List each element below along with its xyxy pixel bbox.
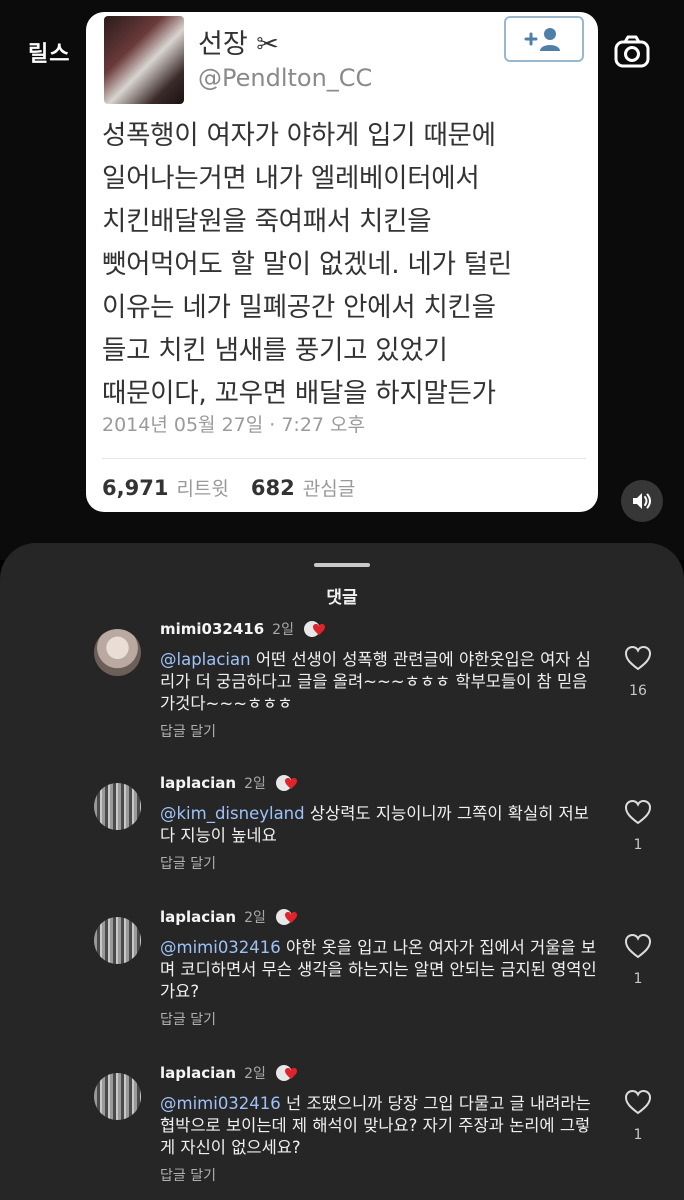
like-count: 1 xyxy=(633,1127,643,1143)
reply-button[interactable]: 답글 달기 xyxy=(160,721,216,741)
sheet-drag-handle[interactable] xyxy=(314,563,370,567)
comment-text: @laplacian 어떤 선생이 성폭행 관련글에 야한옷입은 여자 심리가 … xyxy=(160,649,600,715)
retweet-count: 6,971 xyxy=(102,476,169,500)
like-count: 682 xyxy=(250,476,295,500)
tweet-author-handle: @Pendlton_CC xyxy=(198,64,373,92)
avatar[interactable] xyxy=(94,629,141,676)
comment-like[interactable]: 16 xyxy=(620,645,656,699)
tweet-divider xyxy=(102,458,586,459)
camera-icon xyxy=(614,35,650,68)
comment-mention[interactable]: @kim_disneyland xyxy=(160,804,305,823)
comment-time: 2일 xyxy=(244,1066,266,1082)
heart-icon[interactable] xyxy=(624,1089,652,1115)
like-count: 16 xyxy=(629,683,647,699)
comments-sheet: 댓글 mimi032416 2일 @laplacian 어떤 선생이 성폭행 관… xyxy=(0,543,684,1200)
comment-username[interactable]: laplacian xyxy=(160,1064,236,1082)
tweet-date: 2014년 05월 27일 · 7:27 오후 xyxy=(102,414,366,436)
reel-viewer: 릴스 선장 ✂ @Pendlton_CC 성폭행이 여자가 야하게 입기 때문에… xyxy=(0,0,684,560)
heart-badge-icon xyxy=(275,775,297,791)
heart-badge-icon xyxy=(303,621,325,637)
comment-time: 2일 xyxy=(244,910,266,926)
reply-button[interactable]: 답글 달기 xyxy=(160,853,216,873)
comment-like[interactable]: 1 xyxy=(620,933,656,987)
comment-username[interactable]: laplacian xyxy=(160,908,236,926)
comment-like[interactable]: 1 xyxy=(620,799,656,853)
volume-button[interactable] xyxy=(621,480,663,522)
like-label: 관심글 xyxy=(302,478,356,500)
comment-header: laplacian 2일 xyxy=(160,1063,302,1083)
heart-icon[interactable] xyxy=(624,933,652,959)
retweet-label: 리트윗 xyxy=(176,478,229,500)
comment-text: @mimi032416 야한 옷을 입고 나온 여자가 집에서 거울을 보며 코… xyxy=(160,937,600,1003)
heart-badge-icon xyxy=(275,1065,297,1081)
tweet-avatar xyxy=(104,16,184,104)
avatar[interactable] xyxy=(94,783,141,830)
tweet-body: 성폭행이 여자가 야하게 입기 때문에 일어나는거면 내가 엘레베이터에서 치킨… xyxy=(102,120,512,409)
add-user-icon xyxy=(524,28,560,51)
comment-header: laplacian 2일 xyxy=(160,907,302,927)
avatar[interactable] xyxy=(94,917,141,964)
comment-header: laplacian 2일 xyxy=(160,773,302,793)
sheet-title: 댓글 xyxy=(326,588,358,608)
avatar[interactable] xyxy=(94,1073,141,1120)
camera-button[interactable] xyxy=(608,28,656,76)
tweet-stats: 6,971 리트윗 682 관심글 xyxy=(102,474,355,501)
comment-time: 2일 xyxy=(244,776,266,792)
tweet-card[interactable]: 선장 ✂ @Pendlton_CC 성폭행이 여자가 야하게 입기 때문에 일어… xyxy=(86,12,598,512)
volume-icon xyxy=(633,493,651,509)
comment-username[interactable]: laplacian xyxy=(160,774,236,792)
reply-button[interactable]: 답글 달기 xyxy=(160,1009,216,1029)
comment-text: @kim_disneyland 상상력도 지능이니까 그쪽이 확실히 저보다 지… xyxy=(160,803,600,847)
comment-username[interactable]: mimi032416 xyxy=(160,620,264,638)
tweet-author-name: 선장 ✂ xyxy=(198,29,279,60)
comment-time: 2일 xyxy=(272,622,294,638)
comment-mention[interactable]: @laplacian xyxy=(160,650,251,669)
comment-text: @mimi032416 넌 조땠으니까 당장 그입 다물고 글 내려라는 협박으… xyxy=(160,1093,600,1159)
heart-icon[interactable] xyxy=(624,799,652,825)
heart-badge-icon xyxy=(275,909,297,925)
page-title: 릴스 xyxy=(28,42,71,67)
follow-button[interactable] xyxy=(504,16,584,62)
comment-header: mimi032416 2일 xyxy=(160,619,330,639)
reply-button[interactable]: 답글 달기 xyxy=(160,1165,216,1185)
comment-mention[interactable]: @mimi032416 xyxy=(160,1094,281,1113)
like-count: 1 xyxy=(633,837,643,853)
like-count: 1 xyxy=(633,971,643,987)
comment-mention[interactable]: @mimi032416 xyxy=(160,938,281,957)
heart-icon[interactable] xyxy=(624,645,652,671)
comment-like[interactable]: 1 xyxy=(620,1089,656,1143)
